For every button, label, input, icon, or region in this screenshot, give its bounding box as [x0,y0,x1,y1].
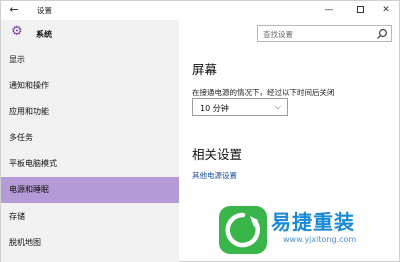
back-arrow-icon[interactable]: ← [7,3,21,17]
related-settings-heading: 相关设置 [192,147,243,162]
sidebar-item-multitasking[interactable]: 多任务 [1,125,179,151]
sidebar: ⚙ 系统 显示 通知和操作 应用和功能 多任务 平板电脑模式 电源和睡眠 存储 … [1,20,179,262]
screen-timeout-value: 10 分钟 [200,104,229,113]
search-input[interactable] [263,28,373,40]
sidebar-item-power-sleep[interactable]: 电源和睡眠 [1,177,179,203]
minimize-button[interactable]: — [319,2,339,18]
watermark-logo-icon [219,206,267,254]
sidebar-item-storage[interactable]: 存储 [1,204,179,230]
sidebar-item-notifications[interactable]: 通知和操作 [1,73,179,99]
sidebar-item-apps[interactable]: 应用和功能 [1,99,179,125]
search-box[interactable] [257,25,392,42]
other-power-settings-link[interactable]: 其他电源设置 [192,170,237,181]
sidebar-header: ⚙ 系统 [1,20,179,46]
sidebar-header-label: 系统 [36,30,52,39]
screen-heading: 屏幕 [192,62,218,77]
watermark-url: www.yjxitong.com [283,235,357,244]
close-button[interactable]: ✕ [376,2,396,18]
screen-timeout-description: 在接通电源的情况下，经过以下时间后关闭 [192,88,335,97]
chevron-down-icon: ⌵ [274,102,281,111]
sidebar-item-offline-maps[interactable]: 脱机地图 [1,230,179,256]
maximize-button[interactable] [350,2,370,18]
settings-window: ← 设置 — ✕ ⚙ 系统 显示 通知和操作 应用和功能 多任务 平板电脑模式 … [0,0,400,262]
watermark-brand-name: 易捷重装 [271,210,355,234]
title-bar: ← 设置 — ✕ [1,1,399,20]
search-icon[interactable] [376,28,388,40]
screen-timeout-dropdown[interactable]: 10 分钟 ⌵ [192,98,288,116]
sidebar-item-tablet-mode[interactable]: 平板电脑模式 [1,151,179,177]
sidebar-item-display[interactable]: 显示 [1,47,179,73]
maximize-icon [356,6,364,13]
window-title: 设置 [37,6,52,15]
gear-icon: ⚙ [11,24,23,39]
